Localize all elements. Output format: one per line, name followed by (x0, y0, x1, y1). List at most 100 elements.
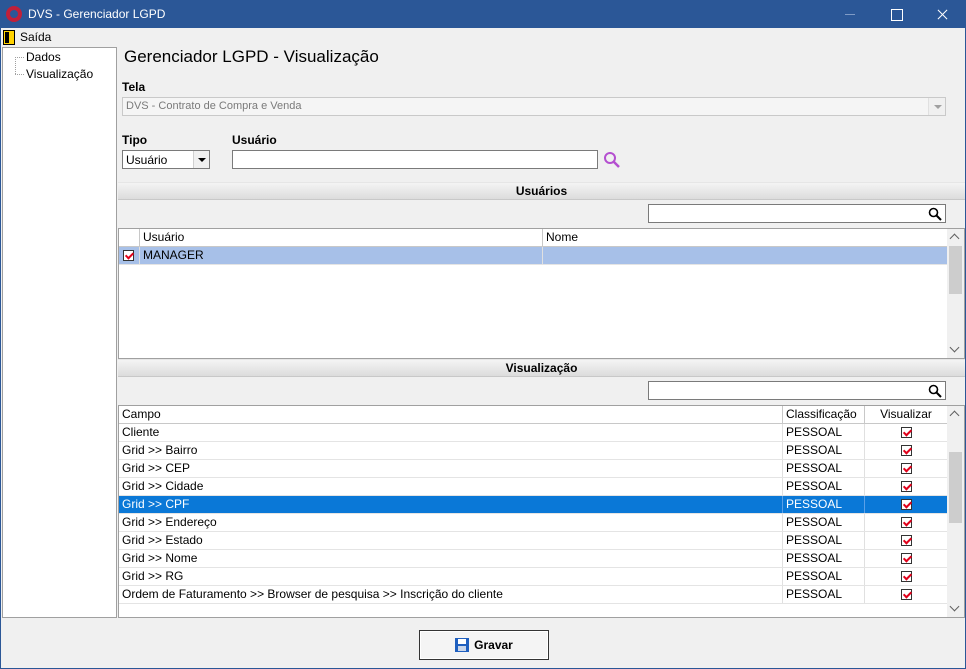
chevron-down-icon[interactable] (193, 151, 209, 168)
check-column-header (119, 229, 140, 247)
tela-label: Tela (122, 80, 146, 94)
usuarios-filter-input[interactable] (648, 204, 946, 223)
visualizar-checkbox[interactable] (901, 481, 912, 492)
title-bar: DVS - Gerenciador LGPD (1, 1, 965, 28)
column-header-classificacao[interactable]: Classificação (783, 406, 865, 424)
cell-visualizar[interactable] (865, 478, 948, 495)
scroll-thumb[interactable] (949, 246, 962, 294)
visualizar-checkbox[interactable] (901, 517, 912, 528)
row-check-cell[interactable] (119, 247, 140, 264)
cell-visualizar[interactable] (865, 460, 948, 477)
table-row[interactable]: Grid >> RG PESSOAL (119, 568, 948, 586)
visualizar-checkbox[interactable] (901, 571, 912, 582)
cell-campo: Ordem de Faturamento >> Browser de pesqu… (119, 586, 783, 603)
usuario-label: Usuário (232, 133, 277, 147)
cell-usuario: MANAGER (140, 247, 543, 264)
column-header-usuario[interactable]: Usuário (140, 229, 543, 247)
tree-item-dados[interactable]: Dados (26, 50, 61, 64)
app-logo-icon (6, 6, 22, 22)
table-row[interactable]: Grid >> Estado PESSOAL (119, 532, 948, 550)
tela-select-value: DVS - Contrato de Compra e Venda (126, 100, 302, 112)
usuarios-scrollbar[interactable] (947, 229, 964, 358)
usuarios-section-header: Usuários (118, 182, 965, 200)
visualizar-checkbox[interactable] (901, 445, 912, 456)
table-row[interactable]: Grid >> Endereço PESSOAL (119, 514, 948, 532)
cell-campo: Grid >> CPF (119, 496, 783, 513)
close-button[interactable] (919, 1, 965, 28)
usuarios-grid-header: Usuário Nome (119, 229, 948, 247)
cell-visualizar[interactable] (865, 442, 948, 459)
visualizar-checkbox[interactable] (901, 463, 912, 474)
cell-visualizar[interactable] (865, 514, 948, 531)
cell-classificacao: PESSOAL (783, 532, 865, 549)
scroll-up-icon[interactable] (947, 406, 964, 423)
tree-connector (15, 57, 16, 74)
tipo-select[interactable]: Usuário (122, 150, 210, 169)
cell-classificacao: PESSOAL (783, 550, 865, 567)
cell-visualizar[interactable] (865, 532, 948, 549)
column-header-visualizar[interactable]: Visualizar (865, 406, 948, 424)
minimize-button[interactable] (827, 1, 873, 28)
floppy-disk-icon (455, 638, 470, 652)
cell-classificacao: PESSOAL (783, 460, 865, 477)
cell-visualizar[interactable] (865, 424, 948, 441)
cell-campo: Cliente (119, 424, 783, 441)
usuario-input[interactable] (232, 150, 598, 169)
chevron-down-icon[interactable] (928, 98, 945, 115)
visualizar-checkbox[interactable] (901, 499, 912, 510)
visualizar-checkbox[interactable] (901, 535, 912, 546)
cell-visualizar[interactable] (865, 496, 948, 513)
cell-campo: Grid >> Bairro (119, 442, 783, 459)
column-header-campo[interactable]: Campo (119, 406, 783, 424)
page-title: Gerenciador LGPD - Visualização (124, 47, 379, 66)
row-checkbox[interactable] (123, 250, 134, 261)
search-icon[interactable] (928, 207, 942, 221)
table-row[interactable]: Ordem de Faturamento >> Browser de pesqu… (119, 586, 948, 604)
cell-classificacao: PESSOAL (783, 568, 865, 585)
visualizacao-scrollbar[interactable] (947, 406, 964, 617)
maximize-button[interactable] (873, 1, 919, 28)
cell-campo: Grid >> Cidade (119, 478, 783, 495)
save-button-label: Gravar (474, 638, 513, 652)
save-button[interactable]: Gravar (419, 630, 549, 660)
column-header-nome[interactable]: Nome (543, 229, 948, 247)
visualizar-checkbox[interactable] (901, 427, 912, 438)
app-window: DVS - Gerenciador LGPD Saída Dados Visua… (0, 0, 966, 669)
tipo-label: Tipo (122, 133, 148, 147)
menu-exit-label: Saída (20, 30, 52, 44)
cell-nome (543, 247, 948, 264)
visualizacao-filter-input[interactable] (648, 381, 946, 400)
table-row[interactable]: MANAGER (119, 247, 948, 265)
table-row[interactable]: Cliente PESSOAL (119, 424, 948, 442)
visualizacao-grid: Campo Classificação Visualizar Cliente PE… (118, 405, 965, 618)
usuario-search-icon[interactable] (602, 151, 622, 169)
cell-classificacao: PESSOAL (783, 496, 865, 513)
cell-visualizar[interactable] (865, 550, 948, 567)
table-row[interactable]: Grid >> CEP PESSOAL (119, 460, 948, 478)
tree-item-visualizacao[interactable]: Visualização (26, 67, 93, 81)
search-icon[interactable] (928, 384, 942, 398)
cell-visualizar[interactable] (865, 568, 948, 585)
window-title: DVS - Gerenciador LGPD (28, 7, 166, 21)
cell-campo: Grid >> CEP (119, 460, 783, 477)
cell-campo: Grid >> RG (119, 568, 783, 585)
scroll-down-icon[interactable] (947, 600, 964, 617)
table-row[interactable]: Grid >> Bairro PESSOAL (119, 442, 948, 460)
table-row[interactable]: Grid >> Cidade PESSOAL (119, 478, 948, 496)
table-row[interactable]: Grid >> Nome PESSOAL (119, 550, 948, 568)
cell-visualizar[interactable] (865, 586, 948, 603)
cell-classificacao: PESSOAL (783, 514, 865, 531)
tela-select[interactable]: DVS - Contrato de Compra e Venda (122, 97, 946, 116)
table-row[interactable]: Grid >> CPF PESSOAL (119, 496, 948, 514)
visualizar-checkbox[interactable] (901, 553, 912, 564)
scroll-down-icon[interactable] (947, 341, 964, 358)
usuarios-grid: Usuário Nome MANAGER (118, 228, 965, 359)
visualizar-checkbox[interactable] (901, 589, 912, 600)
menu-exit[interactable]: Saída (3, 28, 51, 46)
scroll-up-icon[interactable] (947, 229, 964, 246)
cell-classificacao: PESSOAL (783, 478, 865, 495)
visualizacao-section-header: Visualização (118, 359, 965, 377)
menu-bar: Saída (1, 28, 965, 46)
cell-campo: Grid >> Estado (119, 532, 783, 549)
scroll-thumb[interactable] (949, 452, 962, 523)
